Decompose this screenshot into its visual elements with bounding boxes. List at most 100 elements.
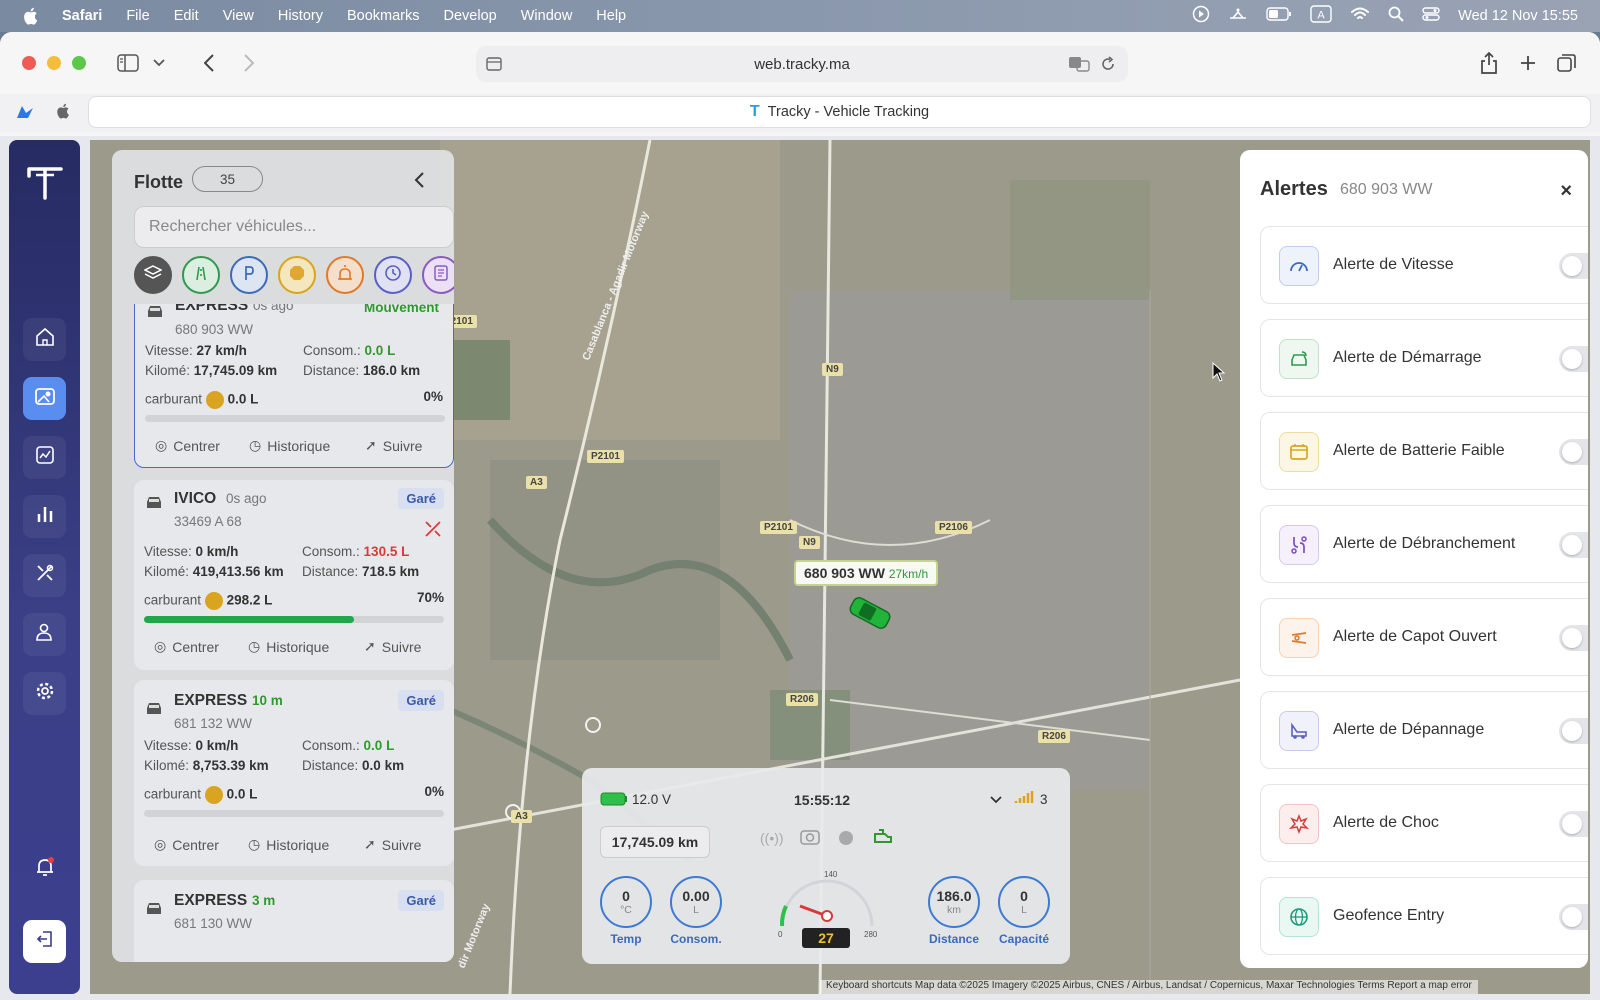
nav-home[interactable] — [23, 318, 66, 361]
control-center-icon[interactable] — [1422, 6, 1440, 26]
consumption-unit: L — [693, 904, 699, 916]
gauge-min-label: 0 — [778, 930, 783, 939]
nav-notifications[interactable] — [23, 848, 66, 891]
follow-button[interactable]: ➚ Suivre — [364, 836, 421, 853]
center-button[interactable]: ◎ Centrer — [154, 638, 219, 655]
nav-settings[interactable] — [23, 672, 66, 715]
home-icon — [35, 327, 55, 352]
reload-icon[interactable] — [1100, 56, 1116, 76]
center-button[interactable]: ◎ Centrer — [155, 437, 220, 454]
filter-all-layers-button[interactable] — [134, 256, 172, 294]
alert-toggle-towing[interactable] — [1559, 718, 1588, 744]
minimize-window-button[interactable] — [47, 56, 61, 70]
play-icon[interactable] — [1192, 5, 1210, 27]
vehicle-search-input[interactable]: Rechercher véhicules... — [134, 206, 454, 248]
tab-overview-icon[interactable] — [1556, 52, 1578, 74]
nav-statistics[interactable] — [23, 495, 66, 538]
new-tab-plus-icon[interactable] — [1518, 52, 1538, 74]
vehicle-marker-label[interactable]: 680 903 WW 27km/h — [794, 560, 939, 586]
menubar-datetime[interactable]: Wed 12 Nov 15:55 — [1458, 8, 1578, 24]
nav-reports[interactable] — [23, 436, 66, 479]
back-arrow-icon[interactable] — [200, 52, 218, 74]
translate-icon[interactable] — [1068, 56, 1090, 76]
follow-arrow-icon: ➚ — [364, 836, 376, 852]
follow-button[interactable]: ➚ Suivre — [364, 638, 421, 655]
map-credits[interactable]: Keyboard shortcuts Map data ©2025 Imager… — [820, 980, 1478, 994]
nav-drivers[interactable] — [23, 613, 66, 656]
vehicle-card[interactable]: EXPRESS 3 m Garé 681 130 WW — [134, 880, 454, 962]
address-bar[interactable]: web.tracky.ma — [476, 46, 1128, 82]
filter-alarm-button[interactable] — [326, 256, 364, 294]
menu-view[interactable]: View — [223, 8, 254, 24]
menu-develop[interactable]: Develop — [444, 8, 497, 24]
apple-bookmark-icon[interactable] — [56, 103, 70, 124]
page-settings-icon[interactable] — [486, 56, 502, 76]
wifi-icon[interactable] — [1350, 6, 1370, 26]
menu-history[interactable]: History — [278, 8, 323, 24]
menu-bookmarks[interactable]: Bookmarks — [347, 8, 420, 24]
distance-value: 0.0 km — [362, 758, 405, 773]
share-icon[interactable] — [1478, 50, 1500, 76]
menu-window[interactable]: Window — [521, 8, 573, 24]
nav-maintenance[interactable] — [23, 554, 66, 597]
menu-file[interactable]: File — [126, 8, 149, 24]
active-tab[interactable]: T Tracky - Vehicle Tracking — [88, 96, 1591, 128]
car-marker-icon[interactable] — [846, 596, 894, 635]
mileage-value: 419,413.56 km — [192, 564, 284, 579]
vehicle-last-update: 3 m — [252, 893, 276, 908]
filter-parked-button[interactable] — [230, 256, 268, 294]
consumption-label: Consom.: 0.0 L — [303, 343, 396, 358]
zoom-window-button[interactable] — [72, 56, 86, 70]
keyboard-input-icon[interactable]: A — [1310, 5, 1332, 27]
alert-toggle-speed[interactable] — [1559, 253, 1588, 279]
history-button[interactable]: ◷ Historique — [248, 836, 329, 853]
apple-icon[interactable] — [22, 7, 40, 25]
satellite-map[interactable]: P2101 P2101 P2101 P2106 N9 N9 A3 A3 R206… — [90, 140, 1590, 994]
mouse-cursor — [1212, 362, 1226, 382]
url-text[interactable]: web.tracky.ma — [754, 56, 850, 73]
alert-toggle-hood[interactable] — [1559, 625, 1588, 651]
alert-label: Alerte de Choc — [1333, 814, 1439, 831]
chevron-down-icon[interactable] — [152, 56, 166, 70]
alert-toggle-startup[interactable] — [1559, 346, 1588, 372]
history-button[interactable]: ◷ Historique — [249, 437, 330, 454]
filter-offline-button[interactable] — [374, 256, 412, 294]
close-icon[interactable]: × — [1560, 180, 1572, 203]
bell-icon — [34, 856, 56, 883]
chevron-down-icon[interactable] — [990, 792, 1002, 807]
filter-moving-button[interactable] — [182, 256, 220, 294]
consumption-value: 130.5 L — [363, 544, 410, 559]
center-button[interactable]: ◎ Centrer — [154, 836, 219, 853]
nav-map[interactable] — [23, 377, 66, 420]
sidebar-toggle-icon[interactable] — [116, 52, 140, 74]
car-start-icon — [1279, 339, 1319, 379]
filter-stopped-button[interactable] — [278, 256, 316, 294]
alert-toggle-unplug[interactable] — [1559, 532, 1588, 558]
vehicle-card[interactable]: IVICO 0s ago Garé 33469 A 68 Vitesse: 0 … — [134, 480, 454, 670]
display-icon[interactable] — [1228, 6, 1248, 26]
consumption-gauge-value: 0.00 — [682, 888, 710, 904]
alert-toggle-geofence[interactable] — [1559, 904, 1588, 930]
speedometer-icon — [1279, 246, 1319, 286]
logout-button[interactable] — [23, 920, 66, 963]
history-button[interactable]: ◷ Historique — [248, 638, 329, 655]
marker-speed: 27km/h — [888, 567, 929, 581]
alert-toggle-crash[interactable] — [1559, 811, 1588, 837]
status-badge: Garé — [398, 690, 444, 711]
bookmark-icon-1[interactable] — [16, 104, 34, 125]
close-window-button[interactable] — [22, 56, 36, 70]
filter-list-button[interactable] — [422, 256, 454, 294]
fleet-count-badge: 35 — [192, 166, 263, 192]
follow-button[interactable]: ➚ Suivre — [365, 437, 422, 454]
vehicle-card[interactable]: EXPRESS 10 m Garé 681 132 WW Vitesse: 0 … — [134, 680, 454, 866]
menu-safari[interactable]: Safari — [62, 8, 102, 24]
tracky-app: P2101 P2101 P2101 P2106 N9 N9 A3 A3 R206… — [0, 136, 1600, 1000]
consumption-label: Consom.: 130.5 L — [302, 544, 410, 559]
collapse-panel-icon[interactable] — [414, 172, 424, 193]
menu-help[interactable]: Help — [596, 8, 626, 24]
battery-status-icon[interactable] — [1266, 7, 1292, 25]
spotlight-search-icon[interactable] — [1388, 6, 1404, 26]
vehicle-card[interactable]: EXPRESS 0s ago Mouvement 680 903 WW Vite… — [134, 304, 454, 468]
menu-edit[interactable]: Edit — [174, 8, 199, 24]
alert-toggle-low-battery[interactable] — [1559, 439, 1588, 465]
